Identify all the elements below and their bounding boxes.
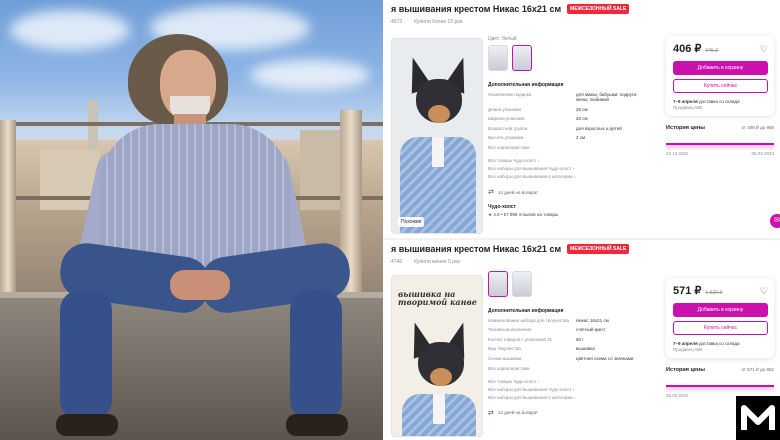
spec-row: Схема вышивки цветная схема со значками	[488, 355, 634, 361]
category-kits-link[interactable]: Все наборы для вышивания в категории ›	[488, 395, 646, 400]
brand-kits-link[interactable]: Все наборы для вышивания Чудо-холст ›	[488, 166, 646, 171]
delivery-info: 7–9 апреля доставка со склада	[673, 99, 740, 104]
info-title: Дополнительная информация	[488, 82, 564, 88]
spec-row: Кол-во товаров с упаковкой 21 50 г	[488, 336, 584, 342]
color-thumb-selected[interactable]	[512, 45, 532, 71]
product-meta: 4746 Купили менее 5 раз	[391, 259, 460, 265]
chat-icon[interactable]: ✉	[770, 214, 780, 228]
spec-row: Ширина упаковки 20 см	[488, 116, 588, 122]
color-thumb[interactable]	[488, 45, 508, 71]
price-history-dates: 22.10.2022 06.04.2023	[666, 151, 774, 156]
screen: я вышивания крестом Никас 16x21 см МЕЖСЕ…	[0, 0, 780, 440]
add-to-cart-button[interactable]: Добавить в корзину	[673, 303, 768, 317]
all-characteristics-link[interactable]: Все характеристики	[488, 366, 646, 371]
delivery-info: 7–9 апреля доставка со склада	[673, 341, 740, 346]
current-price: 571 ₽	[673, 285, 702, 297]
article-number: 4073	[391, 19, 403, 25]
price-history-graph[interactable]	[666, 135, 774, 151]
return-icon: ⇄	[488, 409, 494, 417]
article-number: 4746	[391, 259, 403, 265]
spec-row: Наименование набора для творчества Никас …	[488, 318, 609, 323]
price-history: История цены от 406 ₽ до 956	[666, 125, 774, 131]
heart-icon[interactable]: ♡	[760, 44, 768, 55]
buy-now-button[interactable]: Купить сейчас	[673, 79, 768, 93]
price-history-title: История цены	[666, 367, 705, 373]
spec-row: Назначение подарка для мамы; бабушки; под…	[488, 92, 638, 103]
price-history-range: от 406 ₽ до 956	[741, 125, 774, 130]
canvas-text: вышивка на творимой канве	[398, 289, 477, 308]
publisher-logo	[736, 396, 780, 440]
seller: Продавец WB	[673, 347, 703, 352]
product-image[interactable]: вышивка на творимой канве	[391, 275, 483, 437]
return-icon: ⇄	[488, 189, 494, 197]
product-panel-1: я вышивания крестом Никас 16x21 см МЕЖСЕ…	[383, 0, 780, 238]
returns-info: ⇄ 14 дней на возврат	[488, 409, 538, 417]
buy-now-button[interactable]: Купить сейчас	[673, 321, 768, 335]
spec-row: Высота упаковки 2 см	[488, 134, 586, 140]
sale-badge[interactable]: МЕЖСЕЗОННЫЙ SALE	[567, 244, 630, 254]
old-price: 945 ₽	[705, 48, 719, 54]
spec-row: Возрастная группа для взрослых и детей	[488, 125, 622, 131]
add-to-cart-button[interactable]: Добавить в корзину	[673, 61, 768, 75]
product-meta: 4073 Купили более 10 раз	[391, 19, 462, 25]
color-thumb[interactable]	[512, 271, 532, 297]
brand-products-link[interactable]: Все товары Чудо-холст ›	[488, 158, 646, 163]
product-title: я вышивания крестом Никас 16x21 см	[391, 4, 562, 14]
all-characteristics-link[interactable]: Все характеристики	[488, 145, 646, 150]
category-kits-link[interactable]: Все наборы для вышивания в категории ›	[488, 174, 646, 179]
similar-badge[interactable]: Похожие	[398, 217, 425, 227]
brand-rating: ★ 4.5 • 57 998 отзывов на товары	[488, 212, 559, 218]
info-title: Дополнительная информация	[488, 308, 564, 314]
product-details: Цвет: белый Дополнительная информация На…	[488, 36, 646, 218]
returns-info: ⇄ 14 дней на возврат	[488, 189, 538, 197]
seller: Продавец WB	[673, 105, 703, 110]
heart-icon[interactable]: ♡	[760, 286, 768, 297]
brand-products-link[interactable]: Все товары Чудо-холст ›	[488, 379, 646, 384]
portrait-photo	[0, 0, 383, 440]
current-price: 406 ₽	[673, 43, 702, 55]
spec-row: Вид творчества вышивка	[488, 346, 595, 352]
product-panel-2: я вышивания крестом Никас 16x21 см МЕЖСЕ…	[383, 240, 780, 440]
product-title: я вышивания крестом Никас 16x21 см	[391, 244, 562, 254]
purchase-column: 406 ₽ 945 ₽ ♡ Добавить в корзину Купить …	[666, 36, 774, 156]
spec-row: Длина упаковки 20 см	[488, 106, 588, 112]
purchases-count: Купили менее 5 раз	[414, 259, 461, 265]
star-icon: ★	[488, 212, 493, 218]
product-screenshots: я вышивания крестом Никас 16x21 см МЕЖСЕ…	[383, 0, 780, 440]
old-price: 1 530 ₽	[705, 290, 723, 296]
sale-badge[interactable]: МЕЖСЕЗОННЫЙ SALE	[567, 4, 630, 14]
price-card: 406 ₽ 945 ₽ ♡ Добавить в корзину Купить …	[666, 36, 774, 116]
price-history-title: История цены	[666, 125, 705, 131]
purchase-column: 571 ₽ 1 530 ₽ ♡ Добавить в корзину Купит…	[666, 278, 774, 398]
product-image[interactable]: Похожие	[391, 38, 483, 234]
price-card: 571 ₽ 1 530 ₽ ♡ Добавить в корзину Купит…	[666, 278, 774, 358]
purchases-count: Купили более 10 раз	[414, 19, 463, 25]
color-label: Цвет: белый	[488, 36, 517, 42]
price-history: История цены от 571 ₽ до 962	[666, 367, 774, 373]
product-details: Дополнительная информация Наименование н…	[488, 268, 646, 417]
color-thumb-selected[interactable]	[488, 271, 508, 297]
spec-row: Техника выполнения счетный крест	[488, 327, 606, 333]
brand-name[interactable]: Чудо-холст	[488, 204, 646, 210]
price-history-range: от 571 ₽ до 962	[741, 367, 774, 372]
price-history-graph[interactable]	[666, 377, 774, 393]
brand-kits-link[interactable]: Все наборы для вышивания Чудо-холст ›	[488, 387, 646, 392]
